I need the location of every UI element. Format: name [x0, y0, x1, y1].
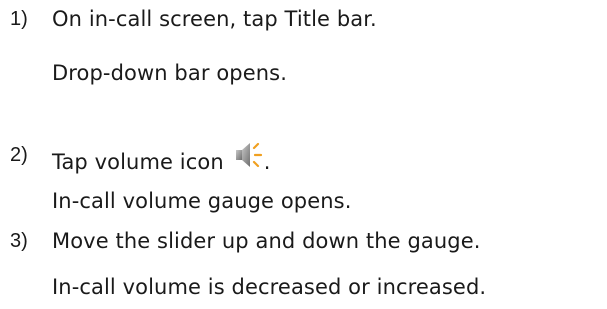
step-result: Drop-down bar opens.: [52, 61, 287, 85]
speaker-volume-icon: [234, 140, 264, 170]
step-instruction: Tap volume icon .: [52, 140, 271, 177]
step-result: In-call volume is decreased or increased…: [52, 275, 487, 299]
step-instruction-end: .: [263, 150, 271, 174]
step-number: 2): [10, 144, 28, 166]
step-result: In-call volume gauge opens.: [52, 189, 352, 213]
step-instruction: On in-call screen, tap Title bar.: [52, 7, 377, 31]
step-number: 3): [10, 230, 28, 252]
step-instruction-text: Tap volume icon: [52, 150, 224, 174]
step-number: 1): [10, 8, 28, 30]
step-instruction: Move the slider up and down the gauge.: [52, 229, 481, 253]
instruction-steps: 1) On in-call screen, tap Title bar. Dro…: [0, 0, 607, 309]
